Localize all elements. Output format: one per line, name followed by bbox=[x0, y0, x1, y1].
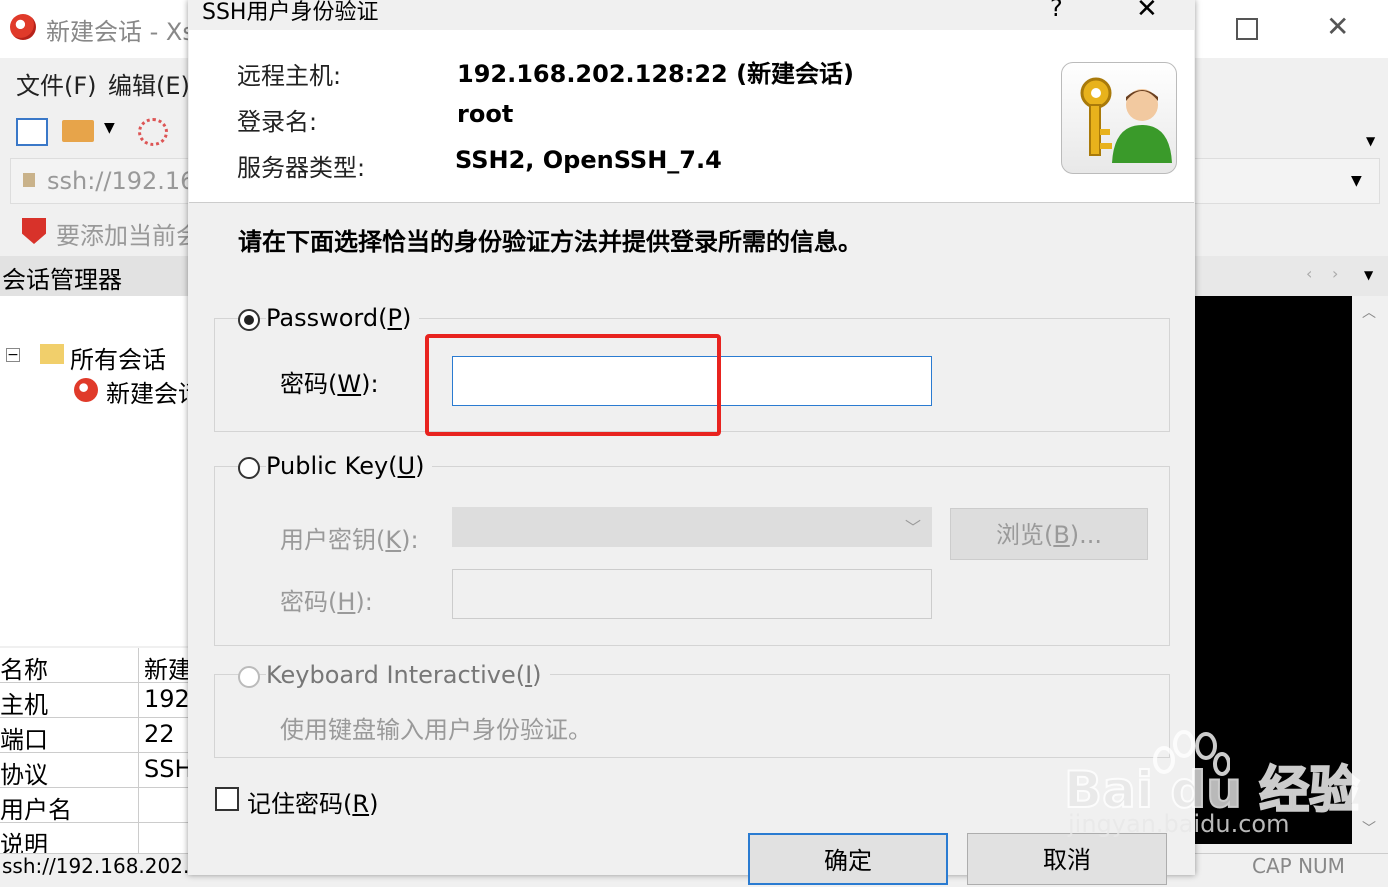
prop-key: 端口 bbox=[0, 726, 48, 754]
prop-value: 新建 bbox=[144, 656, 190, 684]
session-manager-header: 会话管理器 bbox=[0, 256, 190, 296]
connection-info-panel: 远程主机: 192.168.202.128:22 (新建会话) 登录名: roo… bbox=[189, 30, 1194, 203]
password-radio[interactable] bbox=[238, 309, 260, 331]
keyboard-interactive-label[interactable]: Keyboard Interactive(I) bbox=[266, 661, 550, 689]
app-window-title: 新建会话 - Xs bbox=[46, 18, 195, 46]
terminal-scrollbar[interactable]: ︿ ﹀ bbox=[1352, 296, 1386, 844]
lock-icon bbox=[23, 173, 35, 187]
dialog-close-icon[interactable]: ✕ bbox=[1136, 0, 1158, 24]
prop-value: SSH bbox=[144, 755, 190, 783]
prop-row: 主机 192. bbox=[0, 683, 190, 719]
collapse-icon[interactable]: − bbox=[6, 348, 20, 362]
tab-list-icon[interactable]: ▼ bbox=[1364, 268, 1373, 282]
address-text: ssh://192.16 bbox=[47, 167, 196, 195]
dropdown-arrow-icon[interactable]: ▼ bbox=[104, 120, 115, 136]
password-field-label: 密码(W): bbox=[280, 370, 379, 398]
bookmark-icon bbox=[22, 218, 46, 244]
tab-scroll-right-icon[interactable]: › bbox=[1332, 264, 1338, 283]
scroll-down-icon[interactable]: ﹀ bbox=[1362, 818, 1376, 838]
ok-button[interactable]: 确定 bbox=[748, 833, 948, 885]
terminal-area[interactable] bbox=[1194, 296, 1352, 844]
status-keys: CAP NUM bbox=[1252, 854, 1345, 878]
tree-child-label[interactable]: 新建会话 bbox=[106, 374, 190, 409]
menu-edit[interactable]: 编辑(E) bbox=[108, 66, 190, 101]
session-icon bbox=[74, 378, 98, 402]
prop-key: 用户名 bbox=[0, 796, 72, 824]
prop-row: 用户名 bbox=[0, 788, 190, 824]
tab-scroll-left-icon[interactable]: ‹ bbox=[1306, 264, 1312, 283]
browse-button[interactable]: 浏览(B)... bbox=[950, 508, 1148, 560]
open-folder-icon[interactable] bbox=[62, 120, 94, 142]
user-key-label: 用户密钥(K): bbox=[280, 526, 419, 554]
prop-key: 说明 bbox=[0, 831, 48, 853]
disconnect-icon[interactable] bbox=[138, 118, 168, 146]
session-manager-title: 会话管理器 bbox=[2, 266, 122, 294]
prop-row: 说明 bbox=[0, 823, 190, 853]
close-icon[interactable]: ✕ bbox=[1326, 10, 1349, 43]
session-properties: 名称 新建 主机 192. 端口 22 协议 SSH 用户名 说明 bbox=[0, 648, 190, 853]
key-passphrase-label: 密码(H): bbox=[280, 588, 373, 616]
address-dropdown-icon[interactable]: ▼ bbox=[1351, 173, 1362, 189]
key-user-icon bbox=[1061, 62, 1177, 174]
maximize-icon[interactable] bbox=[1236, 18, 1258, 40]
folder-icon bbox=[40, 344, 64, 364]
prop-key: 主机 bbox=[0, 691, 48, 719]
app-logo-icon bbox=[10, 14, 36, 40]
server-type-label: 服务器类型: bbox=[237, 154, 366, 182]
remember-password-checkbox[interactable] bbox=[215, 787, 239, 811]
host-label: 远程主机: bbox=[237, 62, 342, 90]
session-tree: − 所有会话 新建会话 bbox=[0, 296, 190, 646]
scroll-up-icon[interactable]: ︿ bbox=[1362, 302, 1376, 322]
user-key-select[interactable]: ﹀ bbox=[452, 507, 932, 547]
key-passphrase-input[interactable] bbox=[452, 569, 932, 619]
prop-row: 名称 新建 bbox=[0, 648, 190, 684]
chevron-down-icon: ﹀ bbox=[904, 518, 921, 537]
prop-row: 协议 SSH bbox=[0, 753, 190, 789]
prop-key: 协议 bbox=[0, 761, 48, 789]
tree-root-label[interactable]: 所有会话 bbox=[70, 340, 166, 375]
keyboard-interactive-description: 使用键盘输入用户身份验证。 bbox=[280, 716, 592, 744]
login-value: root bbox=[457, 100, 514, 128]
toolbar-overflow-icon[interactable]: ▼ bbox=[1366, 134, 1375, 148]
cancel-button[interactable]: 取消 bbox=[967, 833, 1167, 885]
remember-password-label[interactable]: 记住密码(R) bbox=[247, 784, 378, 819]
keyboard-interactive-radio[interactable] bbox=[238, 666, 260, 688]
prop-row: 端口 22 bbox=[0, 718, 190, 754]
prop-value: 192. bbox=[144, 685, 190, 713]
public-key-radio[interactable] bbox=[238, 457, 260, 479]
server-type-value: SSH2, OpenSSH_7.4 bbox=[455, 146, 722, 174]
login-label: 登录名: bbox=[237, 108, 318, 136]
menu-file[interactable]: 文件(F) bbox=[16, 66, 97, 101]
public-key-radio-label[interactable]: Public Key(U) bbox=[266, 452, 433, 480]
tab-strip: ‹ › ▼ bbox=[1194, 256, 1388, 296]
prop-value: 22 bbox=[144, 720, 175, 748]
prop-key: 名称 bbox=[0, 656, 48, 684]
password-radio-label[interactable]: Password(P) bbox=[266, 304, 420, 332]
new-session-icon[interactable] bbox=[16, 118, 48, 146]
dialog-title: SSH用户身份验证 bbox=[202, 0, 379, 25]
links-hint: 要添加当前会 bbox=[56, 222, 200, 250]
highlight-annotation bbox=[425, 334, 721, 436]
host-value: 192.168.202.128:22 (新建会话) bbox=[457, 60, 855, 88]
instruction-text: 请在下面选择恰当的身份验证方法并提供登录所需的信息。 bbox=[238, 228, 862, 256]
help-icon[interactable]: ? bbox=[1050, 0, 1063, 22]
status-address: ssh://192.168.202.1 bbox=[2, 854, 203, 878]
